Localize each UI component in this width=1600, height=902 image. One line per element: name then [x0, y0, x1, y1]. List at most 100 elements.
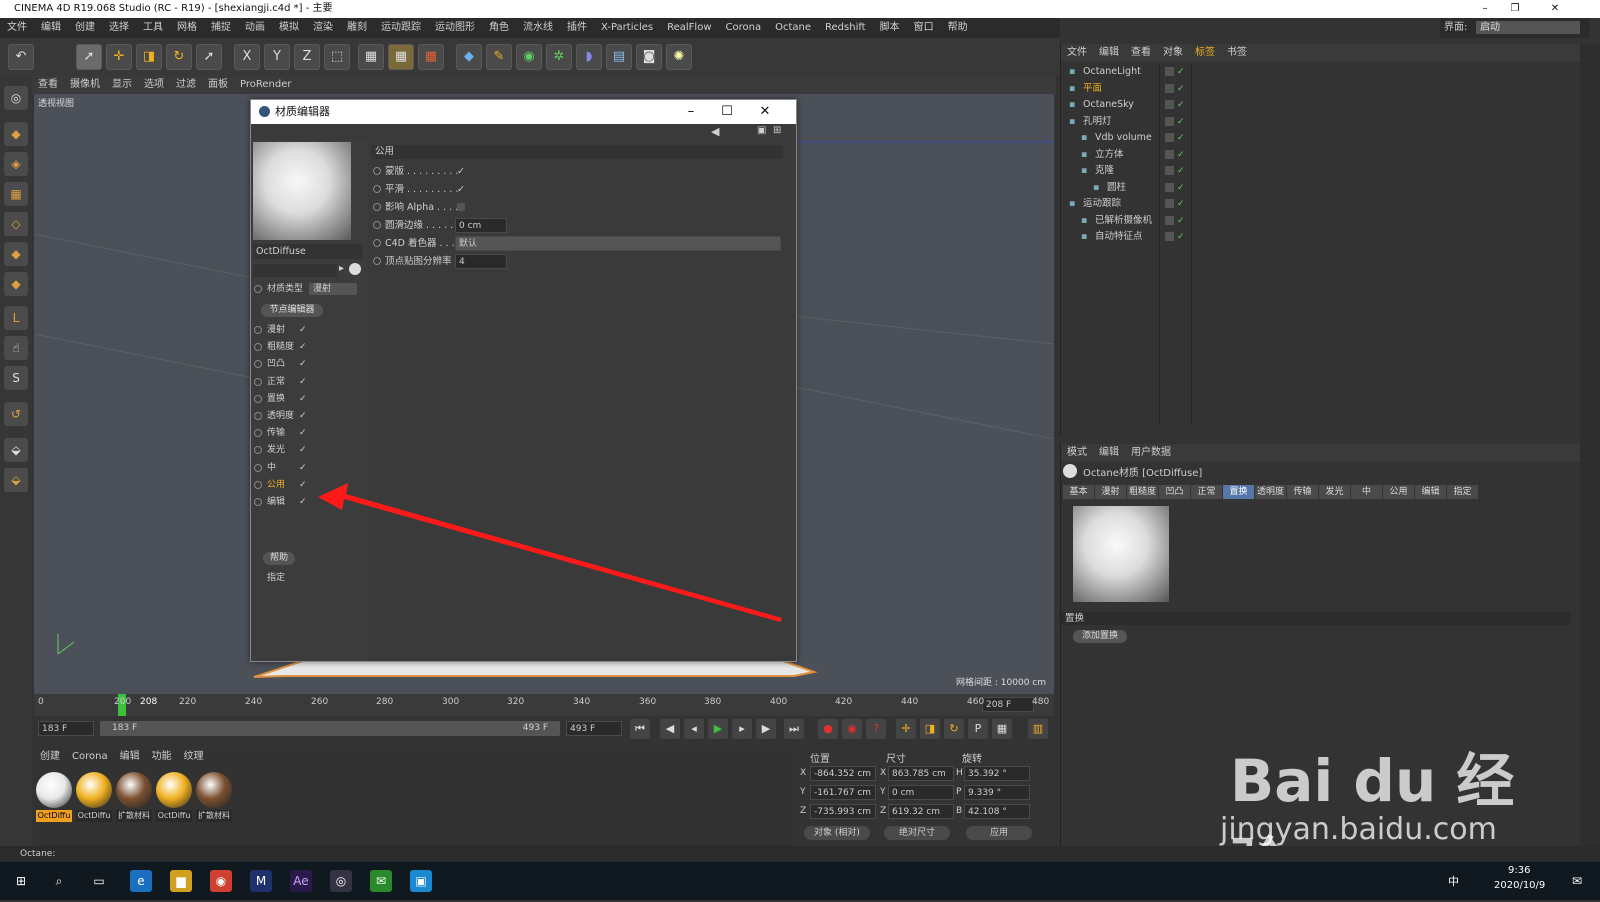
object-name[interactable]: OctaneLight [1083, 64, 1141, 80]
close-button[interactable]: ✕ [1540, 0, 1570, 18]
channel-label[interactable]: 透明度 [267, 409, 294, 424]
object-name[interactable]: 运动跟踪 [1083, 196, 1121, 212]
lock-workplane-icon[interactable]: ⬙ [4, 438, 28, 462]
material-search-field[interactable] [253, 264, 337, 277]
channel-radio[interactable] [254, 343, 262, 352]
soft-selection-icon[interactable]: S [4, 366, 28, 390]
size-field[interactable]: 863.785 cm [888, 766, 954, 781]
menu-item[interactable]: 工具 [136, 18, 170, 38]
polygons-mode-icon[interactable]: ◆ [4, 272, 28, 296]
visibility-flags[interactable]: ✓ [1165, 229, 1191, 245]
material-name[interactable]: 扩散材料 [196, 810, 232, 822]
dialog-close-button[interactable]: ✕ [747, 100, 783, 124]
restore-button[interactable]: ❐ [1500, 0, 1530, 18]
channel-row[interactable]: 粗糙度 ✓ [253, 340, 363, 355]
file-explorer-icon[interactable]: ▆ [170, 870, 192, 892]
channel-label[interactable]: 传输 [267, 426, 285, 441]
z-axis-icon[interactable]: Z [294, 44, 320, 70]
frame-range-slider[interactable]: 183 F 493 F [100, 721, 560, 736]
channel-checkbox[interactable]: ✓ [299, 392, 307, 407]
channel-row[interactable]: 中 ✓ [253, 461, 363, 476]
object-name[interactable]: OctaneSky [1083, 97, 1134, 113]
object-name[interactable]: 立方体 [1095, 147, 1124, 163]
channel-label[interactable]: 公用 [267, 478, 285, 493]
object-row[interactable]: ▪ OctaneLight ✓ [1061, 64, 1581, 80]
material-name[interactable]: OctDiffu [36, 810, 72, 822]
viewport-menu-item[interactable]: 显示 [106, 76, 138, 94]
play-icon[interactable]: ▶ [708, 719, 728, 739]
material-name[interactable]: 扩散材料 [116, 810, 152, 822]
start-icon[interactable]: ⊞ [10, 870, 32, 892]
object-menu-item[interactable]: 查看 [1125, 44, 1157, 62]
channel-row[interactable]: 置换 ✓ [253, 392, 363, 407]
menu-item[interactable]: Octane [768, 18, 818, 38]
visibility-flags[interactable]: ✓ [1165, 97, 1191, 113]
keyframe-selection-icon[interactable]: ? [866, 719, 886, 739]
channel-radio[interactable] [254, 326, 262, 334]
attribute-menu-item[interactable]: 编辑 [1093, 444, 1125, 462]
menu-item[interactable]: 捕捉 [204, 18, 238, 38]
property-checkbox[interactable]: ✓ [457, 164, 465, 179]
previous-frame-icon[interactable]: ◂ [684, 719, 704, 739]
material-menu-item[interactable]: 功能 [146, 748, 178, 766]
material-ball[interactable] [116, 772, 152, 808]
material-menu-item[interactable]: 编辑 [114, 748, 146, 766]
object-name[interactable]: 孔明灯 [1083, 114, 1112, 130]
viewport-menu-item[interactable]: ProRender [234, 76, 297, 94]
attribute-tab[interactable]: 公用 [1383, 485, 1414, 499]
property-number-field[interactable]: 4 [455, 254, 507, 269]
property-number-field[interactable]: 0 cm [455, 218, 507, 233]
visibility-flags[interactable]: ✓ [1165, 147, 1191, 163]
visibility-flags[interactable]: ✓ [1165, 130, 1191, 146]
channel-checkbox[interactable]: ✓ [299, 478, 307, 493]
channel-checkbox[interactable]: ✓ [299, 495, 307, 510]
visibility-flags[interactable]: ✓ [1165, 213, 1191, 229]
size-mode-dropdown[interactable]: 绝对尺寸 [884, 826, 950, 840]
property-radio[interactable] [373, 257, 381, 265]
planar-workplane-icon[interactable]: ⬙ [4, 468, 28, 492]
object-row[interactable]: ▪ 已解析摄像机 ✓ [1061, 213, 1581, 229]
object-menu-item[interactable]: 文件 [1061, 44, 1093, 62]
cinema4d-icon[interactable]: ◎ [330, 870, 352, 892]
viewport-menu-item[interactable]: 查看 [32, 76, 64, 94]
menu-item[interactable]: 脚本 [873, 18, 907, 38]
rotate-icon[interactable]: ↻ [166, 44, 192, 70]
coord-mode-dropdown[interactable]: 对象 (相对) [804, 826, 870, 840]
menu-item[interactable]: 雕刻 [340, 18, 374, 38]
autokey-icon[interactable]: ◉ [842, 719, 862, 739]
object-name[interactable]: 自动特征点 [1095, 229, 1143, 245]
end-frame-field[interactable]: 208 F [982, 697, 1034, 712]
menu-item[interactable]: 帮助 [941, 18, 975, 38]
object-row[interactable]: ▪ Vdb volume ✓ [1061, 130, 1581, 146]
attribute-menu-item[interactable]: 用户数据 [1125, 444, 1177, 462]
material-menu-item[interactable]: 创建 [34, 748, 66, 766]
material-type-dropdown[interactable]: 漫射 [309, 283, 357, 295]
render-settings-icon[interactable]: ▦ [418, 44, 444, 70]
live-select-icon[interactable]: ➚ [196, 44, 222, 70]
channel-row[interactable]: 编辑 ✓ [253, 495, 363, 510]
help-button[interactable]: 帮助 [263, 552, 295, 565]
size-field[interactable]: 619.32 cm [888, 804, 954, 819]
attribute-tab[interactable]: 凹凸 [1159, 485, 1190, 499]
channel-label[interactable]: 粗糙度 [267, 340, 294, 355]
lock-icon[interactable]: ▣ [757, 125, 766, 136]
material-ball[interactable] [36, 772, 72, 808]
menu-item[interactable]: 角色 [482, 18, 516, 38]
key-rotation-icon[interactable]: ↻ [944, 719, 964, 739]
move-icon[interactable]: ✛ [106, 44, 132, 70]
object-row[interactable]: ▪ 孔明灯 ✓ [1061, 114, 1581, 130]
property-checkbox[interactable]: ✓ [457, 182, 465, 197]
menu-item[interactable]: X-Particles [594, 18, 660, 38]
y-axis-icon[interactable]: Y [264, 44, 290, 70]
material-name[interactable]: OctDiffu [156, 810, 192, 822]
attribute-tab[interactable]: 编辑 [1415, 485, 1446, 499]
cube-icon[interactable]: ◆ [456, 44, 482, 70]
x-axis-icon[interactable]: X [234, 44, 260, 70]
attribute-tab[interactable]: 粗糙度 [1127, 485, 1158, 499]
attribute-tab[interactable]: 传输 [1287, 485, 1318, 499]
app-icon-blue[interactable]: ▣ [410, 870, 432, 892]
object-menu-item[interactable]: 标签 [1189, 44, 1221, 62]
menu-item[interactable]: 编辑 [34, 18, 68, 38]
rotation-field[interactable]: 9.339 ° [964, 785, 1030, 800]
texture-mode-icon[interactable]: ◈ [4, 152, 28, 176]
